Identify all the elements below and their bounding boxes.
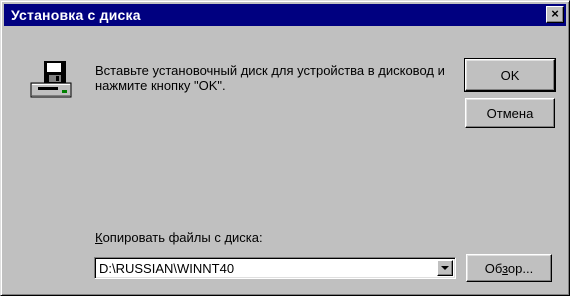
cancel-button[interactable]: Отмена [465, 98, 555, 128]
close-icon: × [551, 6, 559, 21]
window-title: Установка с диска [11, 7, 141, 23]
copy-label-mnemonic: К [95, 230, 103, 245]
copy-from-label: Копировать файлы с диска: [95, 230, 263, 245]
install-from-disk-dialog: Установка с диска × Вставьте установочны… [0, 0, 570, 296]
ok-button-label: OK [500, 67, 520, 83]
source-path-combobox[interactable]: D:\RUSSIAN\WINNT40 [94, 257, 456, 279]
browse-label-pre: Об [484, 260, 503, 276]
browse-button[interactable]: Обзор... [466, 254, 552, 282]
browse-button-label: Обзор... [485, 261, 533, 276]
source-path-value[interactable]: D:\RUSSIAN\WINNT40 [99, 261, 234, 276]
title-bar: Установка с диска × [4, 4, 566, 26]
floppy-drive-icon [30, 61, 72, 98]
close-button[interactable]: × [546, 6, 564, 23]
instruction-message: Вставьте установочный диск для устройств… [95, 63, 445, 93]
ok-button[interactable]: OK [464, 58, 556, 92]
cancel-button-label: Отмена [486, 105, 534, 121]
chevron-down-icon[interactable] [437, 260, 453, 276]
browse-label-post: ор... [507, 260, 534, 276]
copy-label-text: опировать файлы с диска: [102, 230, 263, 245]
